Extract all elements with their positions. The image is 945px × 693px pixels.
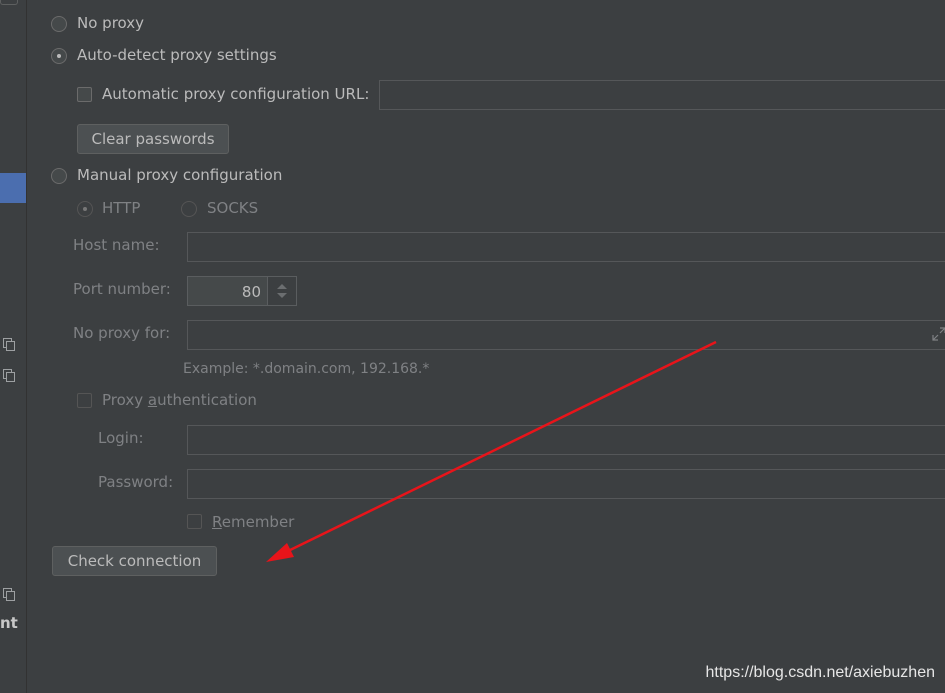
annotation-arrow-line: [283, 340, 717, 555]
annotation-arrow: [266, 340, 717, 562]
watermark: https://blog.csdn.net/axiebuzhen: [705, 664, 936, 681]
annotation-arrow-head: [266, 543, 294, 562]
